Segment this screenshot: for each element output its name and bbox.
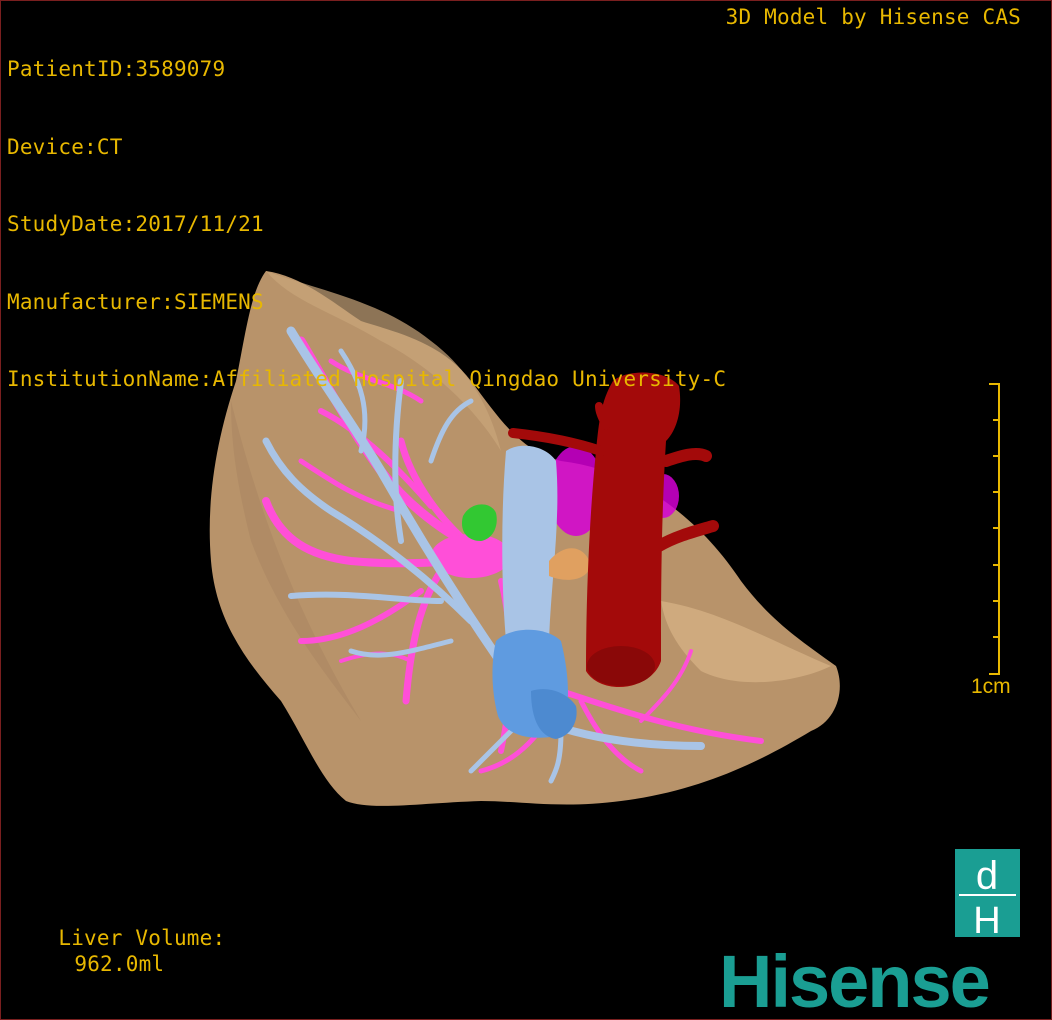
liver-volume-label: Liver Volume: xyxy=(58,926,226,950)
device: Device:CT xyxy=(7,134,123,159)
liver-volume: Liver Volume: 962.0ml xyxy=(7,899,225,1003)
liver-volume-value: 962.0ml xyxy=(74,952,165,976)
model-viewport[interactable]: PatientID:3589079 Device:CT StudyDate:20… xyxy=(0,0,1052,1020)
manufacturer: Manufacturer:SIEMENS xyxy=(7,289,264,314)
model-credit: 3D Model by Hisense CAS xyxy=(725,5,1021,29)
patient-info-panel: PatientID:3589079 Device:CT StudyDate:20… xyxy=(7,4,726,444)
study-date: StudyDate:2017/11/21 xyxy=(7,212,264,236)
hisense-brand-logo: Hisense xyxy=(719,940,991,1020)
logo-glyph-bottom: H xyxy=(973,900,1000,937)
scale-label: 1cm xyxy=(971,675,1011,698)
logo-glyph-top: d xyxy=(976,854,998,898)
hisense-dh-logo: d H xyxy=(955,849,1020,937)
institution-name: InstitutionName:Affiliated Hospital Qing… xyxy=(7,367,727,391)
scale-bar xyxy=(989,383,1000,675)
patient-id: PatientID:3589079 xyxy=(7,57,226,81)
